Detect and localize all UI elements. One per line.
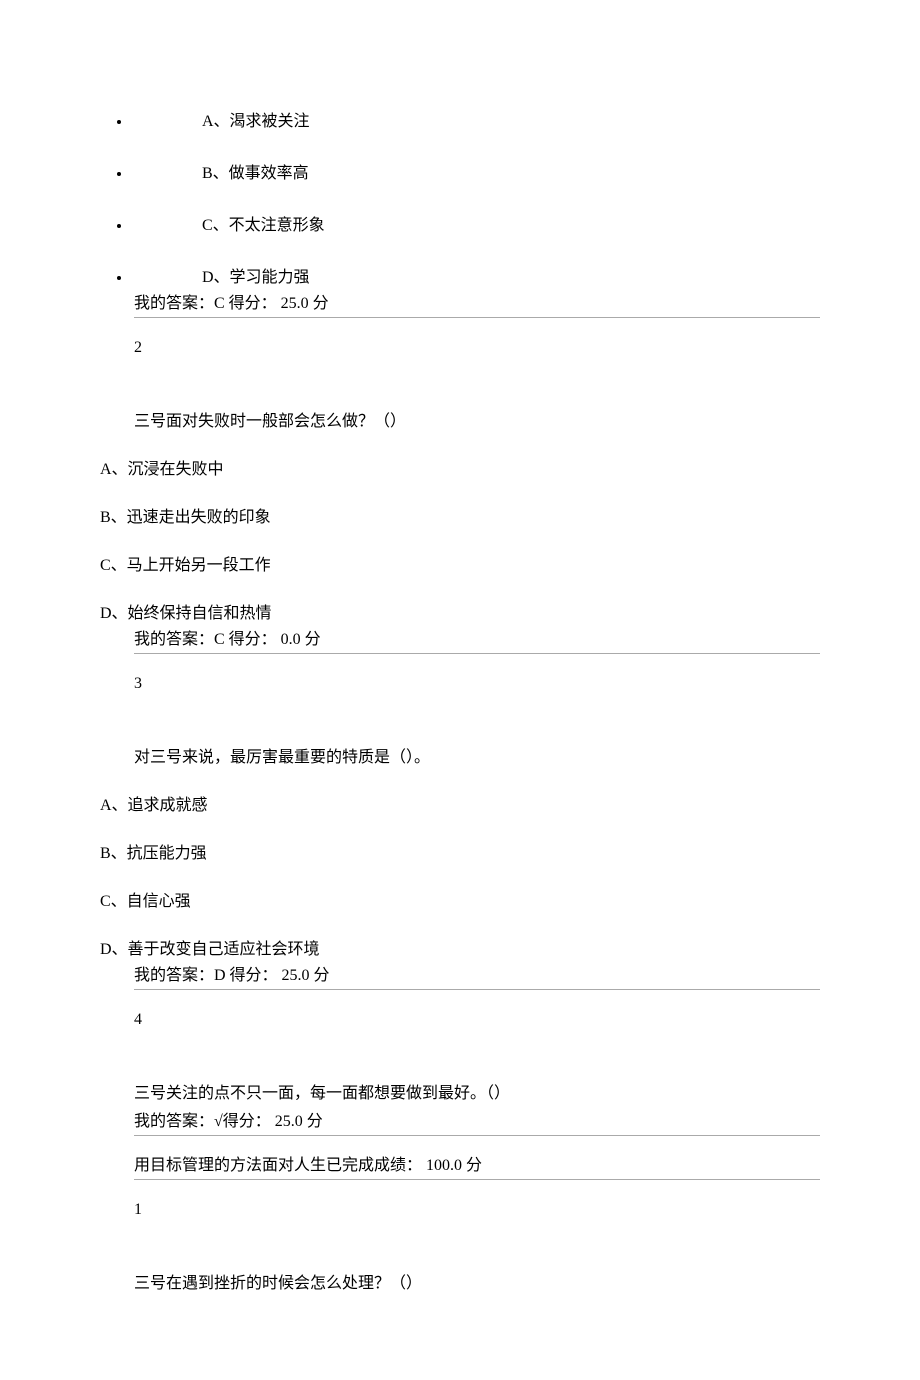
q2-text: 三号面对失败时一般部会怎么做？（）	[100, 410, 820, 434]
q3-answer: 我的答案：D 得分： 25.0 分	[100, 964, 820, 988]
q3-options: A、追求成就感 B、抗压能力强 C、自信心强 D、善于改变自己适应社会环境	[100, 794, 820, 962]
q3-option-c: C、自信心强	[100, 890, 820, 914]
q2-number: 2	[100, 336, 820, 360]
q3-option-d: D、善于改变自己适应社会环境	[100, 938, 820, 962]
q3-option-a: A、追求成就感	[100, 794, 820, 818]
q1-options: A、渴求被关注 B、做事效率高 C、不太注意形象 D、学习能力强	[100, 110, 820, 290]
q4-answer: 我的答案：√得分： 25.0 分	[100, 1110, 820, 1134]
q5-number: 1	[100, 1198, 820, 1222]
q5-text: 三号在遇到挫折的时候会怎么处理？（）	[100, 1272, 820, 1296]
q2-option-c: C、马上开始另一段工作	[100, 554, 820, 578]
q1-option-c: C、不太注意形象	[132, 214, 820, 238]
divider	[134, 1135, 820, 1136]
q3-option-b: B、抗压能力强	[100, 842, 820, 866]
divider	[134, 1179, 820, 1180]
q4-text: 三号关注的点不只一面，每一面都想要做到最好。（）	[100, 1082, 820, 1106]
divider	[134, 989, 820, 990]
q1-option-a-text: A、渴求被关注	[132, 113, 310, 130]
divider	[134, 653, 820, 654]
q2-answer: 我的答案：C 得分： 0.0 分	[100, 628, 820, 652]
q2-option-d: D、始终保持自信和热情	[100, 602, 820, 626]
q1-option-a: A、渴求被关注	[132, 110, 820, 134]
divider	[134, 317, 820, 318]
q4-number: 4	[100, 1008, 820, 1032]
q1-option-b: B、做事效率高	[132, 162, 820, 186]
q1-option-c-text: C、不太注意形象	[132, 217, 325, 234]
section-title: 用目标管理的方法面对人生已完成成绩： 100.0 分	[100, 1154, 820, 1178]
q3-number: 3	[100, 672, 820, 696]
q2-options: A、沉浸在失败中 B、迅速走出失败的印象 C、马上开始另一段工作 D、始终保持自…	[100, 458, 820, 626]
q2-option-b: B、迅速走出失败的印象	[100, 506, 820, 530]
q2-option-a: A、沉浸在失败中	[100, 458, 820, 482]
q1-option-d: D、学习能力强	[132, 266, 820, 290]
q1-answer: 我的答案：C 得分： 25.0 分	[100, 292, 820, 316]
q1-option-d-text: D、学习能力强	[132, 269, 310, 286]
q3-text: 对三号来说，最厉害最重要的特质是（）。	[100, 746, 820, 770]
q1-option-b-text: B、做事效率高	[132, 165, 309, 182]
